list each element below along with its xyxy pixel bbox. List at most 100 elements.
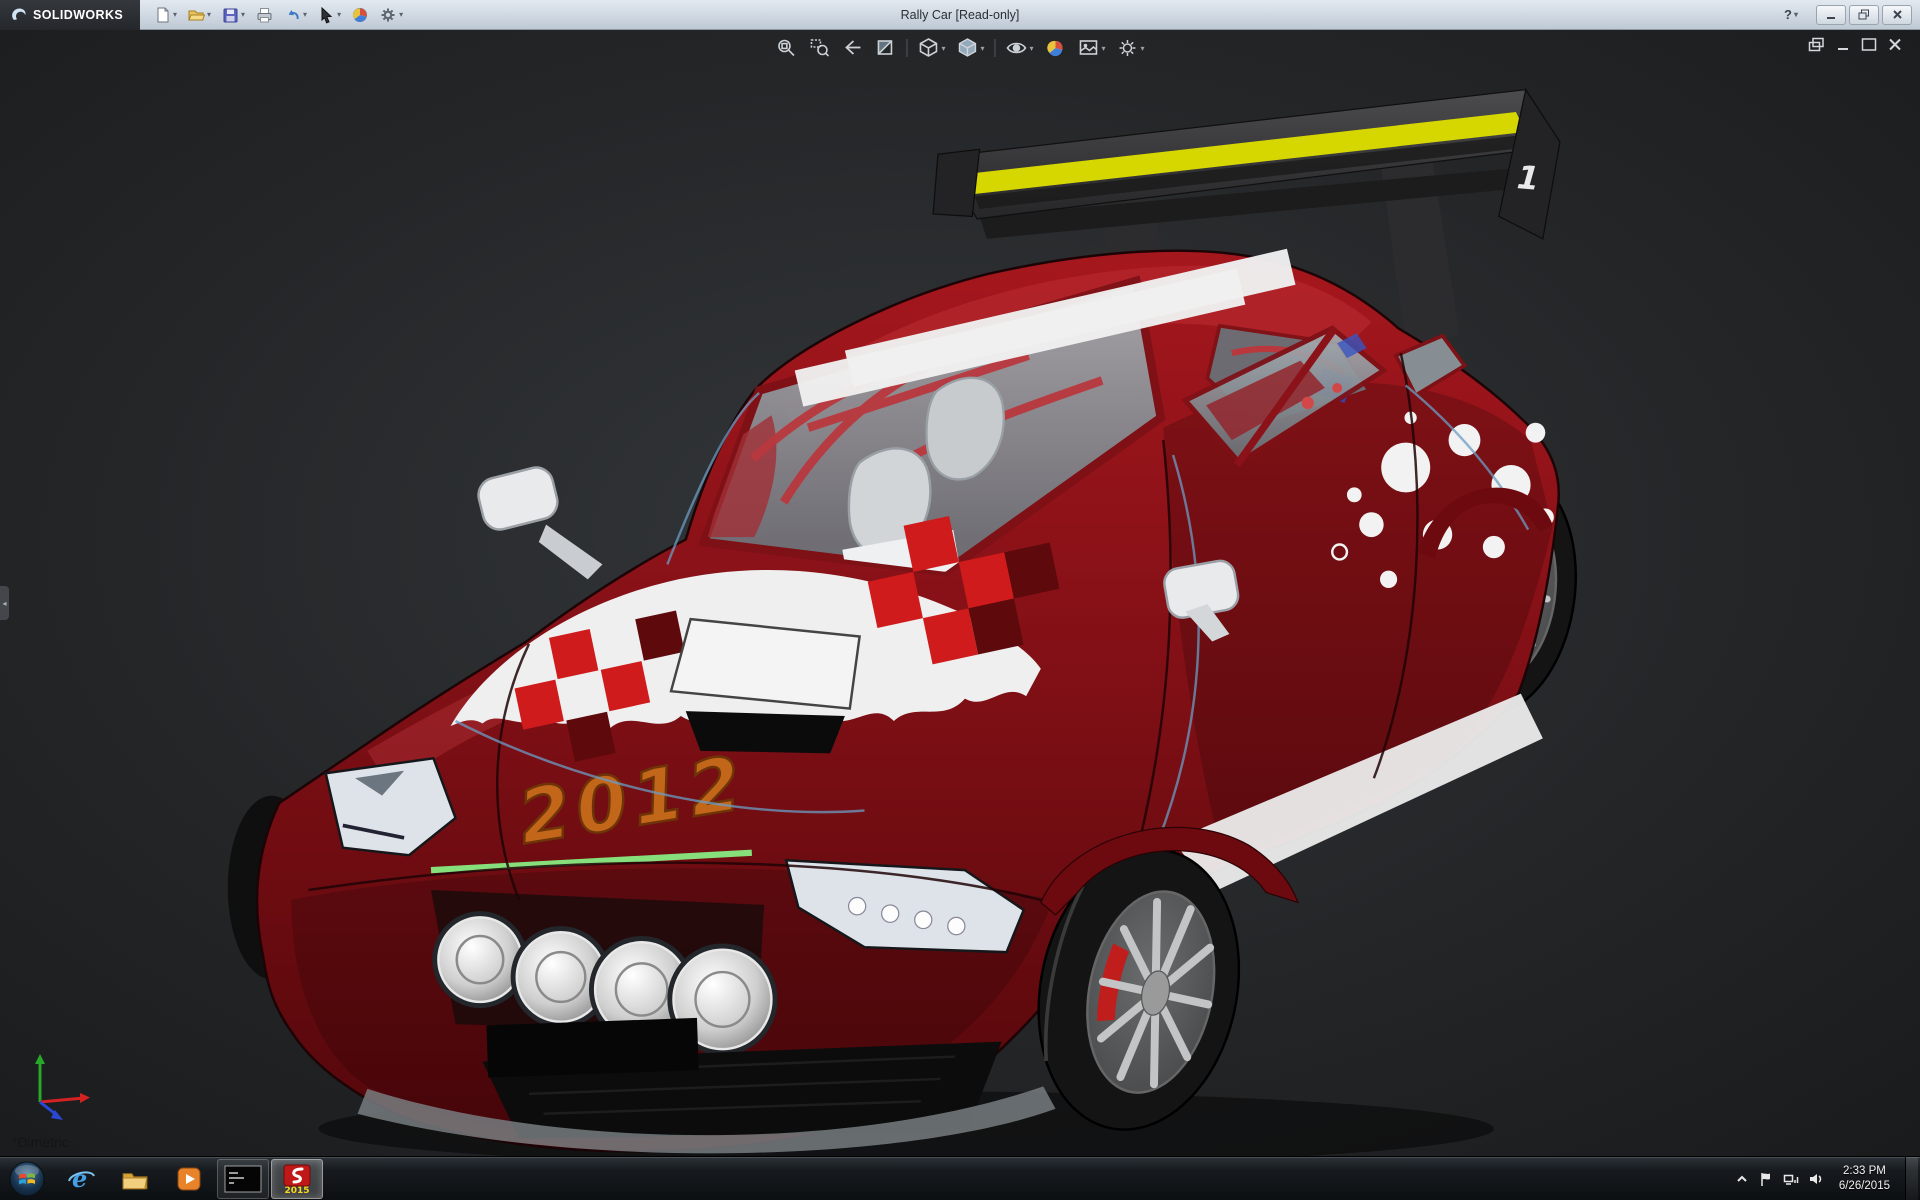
select-button[interactable] [314,3,344,27]
system-tray: 2:33 PM 6/26/2015 [1735,1157,1920,1200]
zoom-fit-icon [775,37,797,59]
speaker-icon [1808,1171,1824,1187]
folder-icon [121,1166,149,1192]
start-button[interactable] [0,1157,54,1200]
display-style-icon [956,37,978,59]
doc-close-button[interactable] [1886,37,1904,52]
open-folder-icon [187,6,205,24]
toolbar-separator [906,39,907,57]
solidworks-app-icon: 2015 [282,1164,312,1194]
edit-appearance-button[interactable] [348,3,372,27]
zoom-to-fit-button[interactable] [774,36,798,60]
hood-scoop [671,619,860,708]
feature-tree-collapse-tab[interactable]: ◂ [0,586,9,620]
windows-start-icon [9,1161,45,1197]
new-document-icon [153,6,171,24]
view-orientation-button[interactable] [916,36,946,60]
taskbar-item-file-explorer[interactable] [109,1159,161,1199]
y-axis-arrow [35,1054,45,1064]
select-cursor-icon [317,6,335,24]
internet-explorer-icon: e [67,1165,95,1193]
volume-button[interactable] [1808,1171,1824,1187]
previous-view-icon [841,37,863,59]
view-settings-button[interactable] [1116,36,1146,60]
minimize-button[interactable] [1816,5,1846,25]
zoom-area-icon [808,37,830,59]
media-player-icon [176,1166,202,1192]
license-plate [486,1018,698,1078]
graphics-area[interactable]: 1 [0,30,1920,1156]
document-window-controls [1808,37,1904,52]
print-icon [255,6,273,24]
origin-triad [28,1046,102,1126]
taskbar-item-media-player[interactable] [163,1159,215,1199]
show-hidden-icons-button[interactable] [1735,1173,1749,1185]
doc-maximize-icon [1860,37,1878,52]
close-icon [1892,9,1903,20]
taskbar-item-solidworks[interactable]: 2015 [271,1159,323,1199]
restore-icon [1858,9,1870,20]
toolbar-separator [994,39,995,57]
doc-maximize-button[interactable] [1860,37,1878,52]
console-window-icon [224,1165,262,1193]
titlebar: SOLIDWORKS [0,0,1920,30]
print-button[interactable] [252,3,276,27]
save-icon [221,6,239,24]
taskbar-clock[interactable]: 2:33 PM 6/26/2015 [1833,1164,1896,1194]
taskbar-item-command-prompt[interactable] [217,1159,269,1199]
eye-icon [1005,37,1027,59]
network-button[interactable] [1783,1171,1799,1187]
document-title: Rally Car [Read-only] [901,0,1020,30]
solidworks-year-badge: 2015 [284,1186,309,1194]
restore-button[interactable] [1849,5,1879,25]
edit-appearance-viewport-button[interactable] [1044,36,1068,60]
save-button[interactable] [218,3,248,27]
chevron-up-icon [1735,1173,1749,1185]
action-center-button[interactable] [1758,1171,1774,1187]
zoom-to-area-button[interactable] [807,36,831,60]
undo-button[interactable] [280,3,310,27]
doc-restore-button[interactable] [1808,37,1826,52]
app-name: SOLIDWORKS [33,8,123,22]
taskbar-item-internet-explorer[interactable]: e [55,1159,107,1199]
window-controls [1816,5,1912,25]
svg-text:e: e [72,1165,87,1193]
clock-date: 6/26/2015 [1839,1179,1890,1194]
solidworks-window: SOLIDWORKS [0,0,1920,1200]
dassault-swirl-icon [8,5,28,25]
hide-show-items-button[interactable] [1004,36,1034,60]
doc-minimize-button[interactable] [1834,37,1852,52]
view-cube-icon [917,37,939,59]
titlebar-right: ? [1784,5,1920,25]
taskbar: e 2015 [0,1156,1920,1200]
x-axis-arrow [80,1093,90,1103]
network-icon [1783,1171,1799,1187]
view-orientation-label: *Dimetric [12,1134,69,1150]
display-style-button[interactable] [955,36,985,60]
scene-icon [1078,37,1100,59]
section-view-button[interactable] [873,36,897,60]
minimize-icon [1825,10,1837,20]
doc-close-icon [1886,37,1904,52]
clock-time: 2:33 PM [1839,1164,1890,1179]
doc-minimize-icon [1834,37,1852,52]
undo-icon [283,6,301,24]
apply-scene-button[interactable] [1077,36,1107,60]
wing-number-decal: 1 [1516,158,1541,198]
flag-icon [1758,1171,1774,1187]
open-button[interactable] [184,3,214,27]
close-button[interactable] [1882,5,1912,25]
view-settings-icon [1117,37,1139,59]
help-button[interactable]: ? [1784,7,1798,22]
section-view-icon [874,37,896,59]
3d-model-rally-car[interactable]: 1 [0,30,1920,1156]
new-document-button[interactable] [150,3,180,27]
standard-toolbar [140,3,406,27]
show-desktop-button[interactable] [1905,1157,1918,1200]
options-button[interactable] [376,3,406,27]
appearance-ball-icon [1045,37,1067,59]
previous-view-button[interactable] [840,36,864,60]
doc-restore-icon [1808,37,1826,52]
options-gear-icon [379,6,397,24]
headsup-toolbar [774,36,1145,60]
